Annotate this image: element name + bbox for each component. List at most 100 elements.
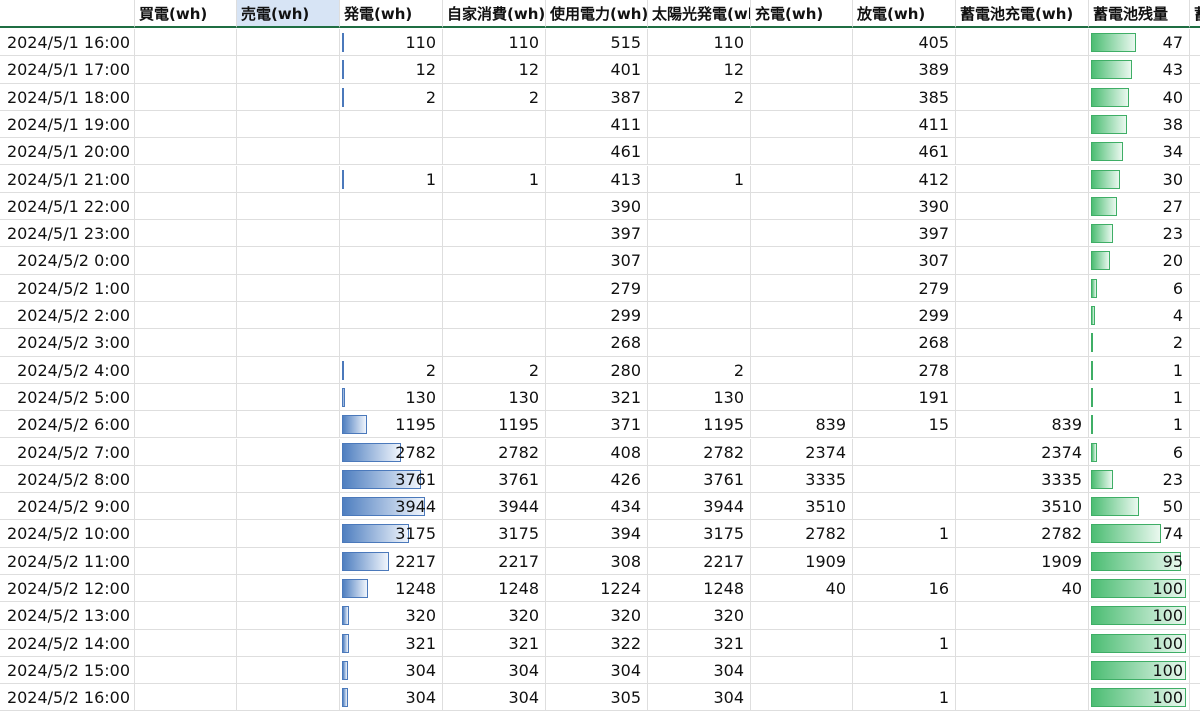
cell-use[interactable]: 394: [546, 520, 648, 548]
cell-datetime[interactable]: 2024/5/2 7:00: [0, 438, 135, 466]
cell-batt_charge[interactable]: [956, 138, 1089, 166]
cell-charge[interactable]: [751, 656, 853, 685]
cell-datetime[interactable]: 2024/5/1 21:00: [0, 165, 135, 193]
column-header-datetime[interactable]: [0, 0, 135, 28]
cell-self[interactable]: 2782: [443, 438, 546, 466]
cell-sell[interactable]: [237, 329, 340, 357]
cell-buy[interactable]: [135, 192, 237, 221]
cell-batt_charge[interactable]: [956, 602, 1089, 630]
cell-batt_level[interactable]: 6: [1089, 438, 1190, 466]
cell-discharge[interactable]: [853, 547, 956, 575]
cell-batt_level[interactable]: 100: [1089, 575, 1190, 603]
cell-datetime[interactable]: 2024/5/2 5:00: [0, 383, 135, 412]
cell-batt_level[interactable]: 34: [1089, 138, 1190, 166]
cell-use[interactable]: 408: [546, 438, 648, 466]
cell-sell[interactable]: [237, 302, 340, 330]
cell-discharge[interactable]: 405: [853, 29, 956, 57]
cell-next[interactable]: [1190, 411, 1200, 439]
cell-gen[interactable]: 321: [340, 629, 443, 657]
cell-use[interactable]: 411: [546, 110, 648, 139]
cell-charge[interactable]: 3335: [751, 465, 853, 494]
cell-use[interactable]: 279: [546, 274, 648, 302]
cell-solar[interactable]: [648, 329, 751, 357]
cell-sell[interactable]: [237, 110, 340, 139]
cell-discharge[interactable]: 191: [853, 383, 956, 412]
cell-batt_charge[interactable]: [956, 329, 1089, 357]
cell-solar[interactable]: 12: [648, 56, 751, 84]
cell-solar[interactable]: 2782: [648, 438, 751, 466]
cell-self[interactable]: 2: [443, 356, 546, 384]
cell-sell[interactable]: [237, 465, 340, 494]
cell-next[interactable]: [1190, 466, 1200, 494]
cell-batt_level[interactable]: 50: [1089, 493, 1190, 521]
cell-next[interactable]: [1190, 111, 1200, 139]
cell-use[interactable]: 268: [546, 329, 648, 357]
cell-batt_level[interactable]: 100: [1089, 684, 1190, 711]
cell-batt_level[interactable]: 23: [1089, 220, 1190, 248]
cell-sell[interactable]: [237, 656, 340, 685]
cell-next[interactable]: [1190, 384, 1200, 412]
cell-batt_charge[interactable]: 839: [956, 411, 1089, 439]
cell-datetime[interactable]: 2024/5/2 2:00: [0, 302, 135, 330]
cell-self[interactable]: 3944: [443, 493, 546, 521]
cell-next[interactable]: [1190, 29, 1200, 57]
cell-solar[interactable]: 1: [648, 165, 751, 193]
cell-self[interactable]: 321: [443, 629, 546, 657]
cell-datetime[interactable]: 2024/5/1 17:00: [0, 56, 135, 84]
cell-gen[interactable]: [340, 247, 443, 275]
cell-next[interactable]: [1190, 220, 1200, 248]
cell-self[interactable]: [443, 220, 546, 248]
cell-batt_charge[interactable]: [956, 684, 1089, 711]
cell-buy[interactable]: [135, 56, 237, 84]
cell-buy[interactable]: [135, 629, 237, 657]
cell-buy[interactable]: [135, 493, 237, 521]
cell-batt_level[interactable]: 20: [1089, 247, 1190, 275]
cell-datetime[interactable]: 2024/5/1 19:00: [0, 110, 135, 139]
cell-batt_charge[interactable]: [956, 192, 1089, 221]
cell-charge[interactable]: [751, 138, 853, 166]
cell-solar[interactable]: [648, 302, 751, 330]
cell-self[interactable]: 3175: [443, 520, 546, 548]
cell-gen[interactable]: 3944: [340, 493, 443, 521]
cell-self[interactable]: [443, 247, 546, 275]
cell-self[interactable]: 1: [443, 165, 546, 193]
cell-gen[interactable]: [340, 192, 443, 221]
cell-solar[interactable]: [648, 247, 751, 275]
cell-discharge[interactable]: 1: [853, 684, 956, 711]
cell-next[interactable]: [1190, 329, 1200, 357]
cell-datetime[interactable]: 2024/5/1 23:00: [0, 220, 135, 248]
cell-sell[interactable]: [237, 575, 340, 603]
cell-datetime[interactable]: 2024/5/1 22:00: [0, 192, 135, 221]
cell-use[interactable]: 321: [546, 383, 648, 412]
cell-self[interactable]: [443, 302, 546, 330]
cell-next[interactable]: [1190, 575, 1200, 603]
cell-self[interactable]: [443, 110, 546, 139]
cell-gen[interactable]: 2217: [340, 547, 443, 575]
cell-sell[interactable]: [237, 165, 340, 193]
cell-batt_level[interactable]: 4: [1089, 302, 1190, 330]
cell-solar[interactable]: 1248: [648, 575, 751, 603]
cell-charge[interactable]: [751, 602, 853, 630]
cell-discharge[interactable]: 1: [853, 520, 956, 548]
cell-batt_charge[interactable]: 3510: [956, 493, 1089, 521]
cell-next[interactable]: [1190, 684, 1200, 711]
cell-charge[interactable]: [751, 329, 853, 357]
cell-buy[interactable]: [135, 110, 237, 139]
cell-solar[interactable]: 110: [648, 29, 751, 57]
cell-batt_level[interactable]: 1: [1089, 356, 1190, 384]
cell-use[interactable]: 305: [546, 684, 648, 711]
column-header-charge[interactable]: 充電(wh): [751, 0, 853, 28]
cell-use[interactable]: 413: [546, 165, 648, 193]
cell-batt_charge[interactable]: [956, 656, 1089, 685]
cell-solar[interactable]: [648, 110, 751, 139]
cell-batt_level[interactable]: 23: [1089, 465, 1190, 494]
cell-datetime[interactable]: 2024/5/2 16:00: [0, 684, 135, 711]
cell-sell[interactable]: [237, 192, 340, 221]
cell-buy[interactable]: [135, 411, 237, 439]
cell-discharge[interactable]: 411: [853, 110, 956, 139]
cell-charge[interactable]: [751, 165, 853, 193]
cell-datetime[interactable]: 2024/5/2 0:00: [0, 247, 135, 275]
cell-next[interactable]: [1190, 548, 1200, 575]
cell-gen[interactable]: 12: [340, 56, 443, 84]
cell-solar[interactable]: 2: [648, 356, 751, 384]
